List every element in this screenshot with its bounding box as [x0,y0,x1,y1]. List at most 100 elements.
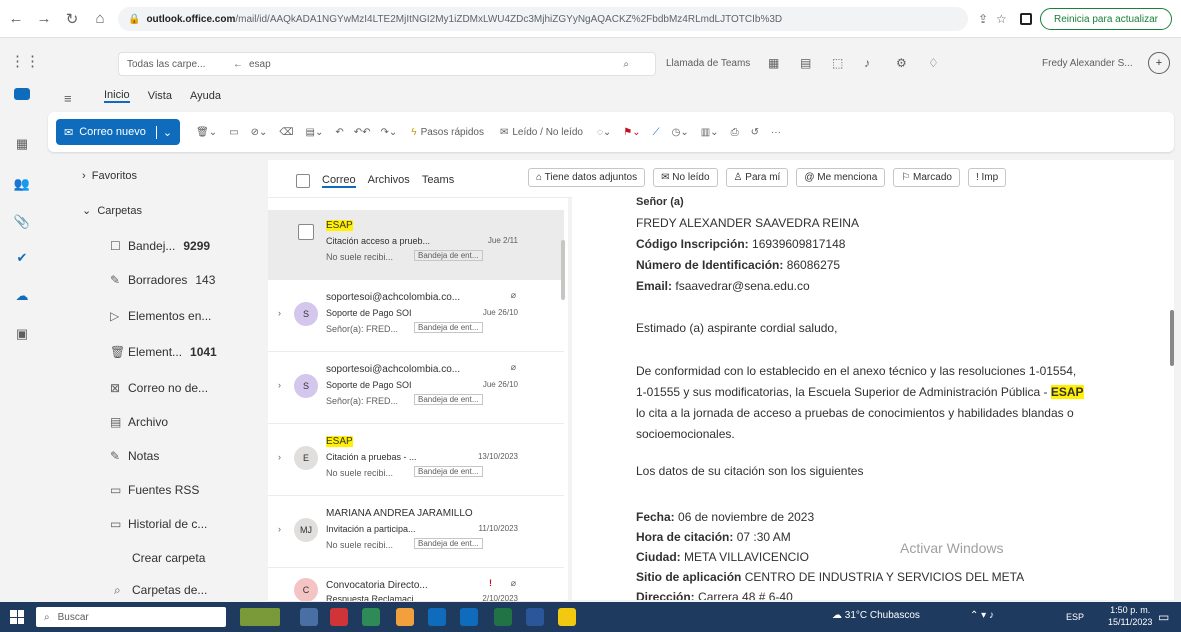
move-icon[interactable]: ▤⌄ [306,127,324,138]
reading-scrollbar[interactable] [1170,310,1174,366]
pin-icon[interactable]: ⟋ [653,127,660,138]
acrobat-icon[interactable] [330,608,348,626]
reload-icon[interactable]: ↻ [60,7,84,31]
word-icon[interactable]: ▤ [800,56,811,70]
expand-chevron-icon[interactable]: › [278,308,281,318]
mail-icon[interactable] [14,88,30,100]
tab-ayuda[interactable]: Ayuda [190,90,221,102]
windows-start-icon[interactable] [10,610,24,624]
folder-inbox[interactable]: ☐ Bandej... 9299 [110,236,210,256]
print-icon[interactable]: ⎙ [731,127,739,138]
snooze-icon[interactable]: ◷⌄ [672,127,689,138]
rules-icon[interactable]: ▥⌄ [701,127,719,138]
calendar-rail-icon[interactable]: ▦ [12,134,32,154]
forward-mail-icon[interactable]: ↷⌄ [381,127,398,138]
update-button[interactable]: Reinicia para actualizar [1040,8,1172,30]
delete-icon[interactable]: 🗑⌄ [196,127,217,138]
whiteboard-icon[interactable]: ⬚ [832,56,843,70]
address-bar[interactable]: 🔒 outlook.office.com /mail/id/AAQkADA1NG… [118,7,968,31]
expand-chevron-icon[interactable]: › [278,452,281,462]
reply-icon[interactable]: ↶ [335,127,343,138]
folder-drafts[interactable]: ✎ Borradores 143 [110,270,215,290]
search-icon[interactable]: ⌕ [623,59,629,70]
tray-icons[interactable]: ⌃ ▾ ♪ [970,610,994,621]
search-folders[interactable]: ⌕ Carpetas de... [114,580,207,600]
filter-attachments[interactable]: ⌂ Tiene datos adjuntos [528,168,646,187]
folder-sent[interactable]: ▷ Elementos en... [110,306,211,326]
share-icon[interactable]: ⇪ [978,12,988,26]
tab-icon[interactable] [1020,13,1032,25]
teams-call-button[interactable]: Llamada de Teams [666,58,750,69]
expand-chevron-icon[interactable]: › [278,524,281,534]
explorer-icon[interactable] [558,608,576,626]
todo-icon[interactable]: ✔ [12,248,32,268]
tab-inicio[interactable]: Inicio [104,89,130,103]
search-scope[interactable]: Todas las carpe... [119,59,227,70]
task-view-icon[interactable] [300,608,318,626]
search-box[interactable]: Todas las carpe... ← esap ⌕ [118,52,656,76]
search-highlight-icon[interactable] [240,608,280,626]
read-unread-button[interactable]: Leído / No leído [512,127,583,138]
forward-icon[interactable]: → [32,7,56,31]
folder-junk[interactable]: ⊠ Correo no de... [110,378,208,398]
calendar-icon[interactable]: ▦ [768,56,779,70]
list-item[interactable]: › S soportesoi@achcolombia.co... ⌀ Sopor… [268,354,564,424]
excel-icon[interactable] [494,608,512,626]
filter-unread[interactable]: ✉ No leído [653,168,718,187]
undo-icon[interactable]: ↺ [751,127,759,138]
back-icon[interactable]: ← [4,7,28,31]
select-all-checkbox[interactable] [296,174,310,188]
new-mail-button[interactable]: ✉ Correo nuevo ⌄ [56,119,181,145]
folder-rss[interactable]: ▭ Fuentes RSS [110,480,199,500]
bell-icon[interactable]: ♪ [864,56,870,70]
filter-mentions[interactable]: @ Me menciona [796,168,886,187]
tab-vista[interactable]: Vista [148,90,172,102]
apps-icon[interactable]: ▣ [12,324,32,344]
favorites-header[interactable]: › Favoritos [82,170,137,182]
create-folder-link[interactable]: Crear carpeta [132,548,205,568]
folder-notes[interactable]: ✎ Notas [110,446,159,466]
email-value[interactable]: fsaavedrar@sena.edu.co [675,279,809,293]
weather-widget[interactable]: ☁ 31°C Chubascos [832,610,920,621]
list-item[interactable]: C Convocatoria Directo... ! ⌀ Respuesta … [268,570,564,602]
categorize-icon[interactable]: ◌⌄ [597,127,611,138]
chevron-down-icon[interactable]: ⌄ [155,125,172,139]
avatar[interactable]: + [1148,52,1170,74]
folder-archive[interactable]: ▤ Archivo [110,412,168,432]
tab-correo[interactable]: Correo [322,174,356,188]
search-input[interactable]: esap [249,59,271,70]
tab-teams[interactable]: Teams [422,174,454,188]
onedrive-icon[interactable]: ☁ [12,286,32,306]
list-item[interactable]: ESAP Citación acceso a prueb... Jue 2/11… [268,210,564,280]
hamburger-icon[interactable]: ≡ [64,91,72,106]
reply-all-icon[interactable]: ↶↶ [354,127,371,138]
list-item[interactable]: › S soportesoi@achcolombia.co... ⌀ Sopor… [268,282,564,352]
sweep-icon[interactable]: ⌫ [279,127,293,138]
archive-ribbon-icon[interactable]: ▭ [229,127,238,138]
folder-deleted[interactable]: 🗑 Element... 1041 [110,342,217,362]
home-icon[interactable]: ⌂ [88,7,112,31]
folders-header[interactable]: ⌄ Carpetas [82,204,142,217]
message-checkbox[interactable] [298,224,314,240]
store-icon[interactable] [460,608,478,626]
more-icon[interactable]: ··· [771,127,781,138]
people-icon[interactable]: 👥 [12,174,32,194]
star-icon[interactable]: ☆ [996,12,1007,26]
edge-icon[interactable] [428,608,446,626]
list-item[interactable]: › E ESAP Citación a pruebas - ... 13/10/… [268,426,564,496]
report-icon[interactable]: ⊘⌄ [251,127,268,138]
tab-archivos[interactable]: Archivos [368,174,410,188]
filter-to-me[interactable]: ♙ Para mí [725,168,789,187]
word-taskbar-icon[interactable] [526,608,544,626]
list-scrollbar[interactable] [561,240,565,300]
chrome-icon[interactable] [362,608,380,626]
app-launcher-icon[interactable]: ⋮⋮ [10,52,40,70]
language-indicator[interactable]: ESP [1066,612,1084,622]
attach-icon[interactable]: 📎 [12,212,32,232]
folder-history[interactable]: ▭ Historial de c... [110,514,207,534]
firefox-icon[interactable] [396,608,414,626]
gear-icon[interactable]: ⚙ [896,56,907,70]
filter-important[interactable]: ! Imp [967,168,1007,187]
user-name[interactable]: Fredy Alexander S... [1042,58,1133,69]
taskbar-search[interactable]: ⌕ Buscar [36,607,226,627]
